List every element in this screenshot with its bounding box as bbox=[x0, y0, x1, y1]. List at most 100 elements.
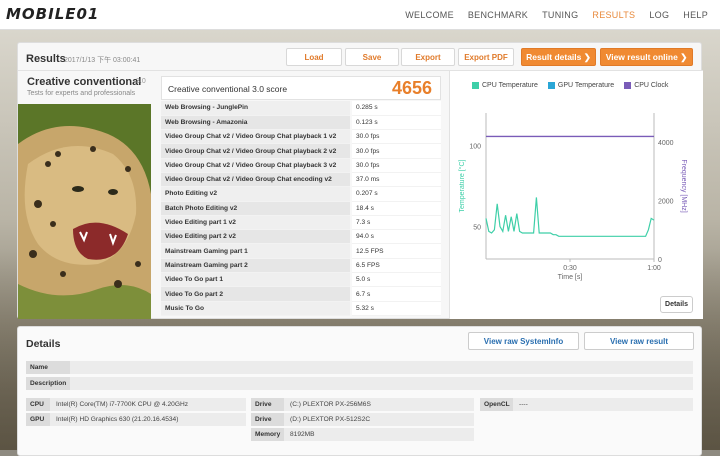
subtest-name: Photo Editing v2 bbox=[161, 186, 351, 202]
nav-welcome[interactable]: WELCOME bbox=[405, 10, 454, 20]
subtest-row: Video To Go part 2 6.7 s bbox=[161, 286, 441, 302]
nav-results[interactable]: RESULTS bbox=[592, 10, 635, 20]
subtest-name: Mainstream Gaming part 2 bbox=[161, 258, 351, 274]
nav-help[interactable]: HELP bbox=[683, 10, 708, 20]
cpu-label: CPU bbox=[26, 398, 50, 411]
cpu-value: Intel(R) Core(TM) i7-7700K CPU @ 4.20GHz bbox=[50, 398, 246, 411]
subtest-value: 6.5 FPS bbox=[350, 258, 441, 274]
subtest-row: Music To Go 5.32 s bbox=[161, 301, 441, 316]
subtest-row: Video Editing part 1 v2 7.3 s bbox=[161, 215, 441, 231]
cpu-row: CPU Intel(R) Core(TM) i7-7700K CPU @ 4.2… bbox=[26, 398, 246, 411]
gpu-value: Intel(R) HD Graphics 630 (21.20.16.4534) bbox=[50, 413, 246, 426]
view-raw-result-button[interactable]: View raw result bbox=[584, 332, 694, 350]
result-details-button[interactable]: Result details ❯ bbox=[521, 48, 596, 66]
leopard-image bbox=[18, 104, 151, 319]
load-button[interactable]: Load bbox=[286, 48, 342, 66]
save-button[interactable]: Save bbox=[345, 48, 399, 66]
chart-plot: 50 100 0 2000 4000 0:30 1:00 Time [s] Temperatur… bbox=[458, 113, 687, 281]
chevron-right-icon: ❯ bbox=[583, 51, 591, 62]
legend-cpu-clock[interactable]: CPU Clock bbox=[624, 82, 668, 89]
leopard-illustration bbox=[18, 104, 151, 319]
details-panel: Details View raw SystemInfo View raw res… bbox=[17, 326, 702, 456]
subtest-value: 94.0 s bbox=[350, 229, 441, 245]
legend-label: GPU Temperature bbox=[557, 82, 615, 89]
score-value: 4656 bbox=[391, 78, 432, 98]
subtest-value: 18.4 s bbox=[350, 201, 441, 216]
y-tick-label-left: 100 bbox=[469, 143, 481, 150]
nav-benchmark[interactable]: BENCHMARK bbox=[468, 10, 528, 20]
export-pdf-button[interactable]: Export PDF bbox=[458, 48, 514, 66]
subtest-value: 0.123 s bbox=[350, 115, 441, 131]
subtest-name: Video Editing part 2 v2 bbox=[161, 229, 351, 245]
subtest-row: Video Group Chat v2 / Video Group Chat e… bbox=[161, 172, 441, 188]
x-tick-label: 1:00 bbox=[647, 265, 661, 272]
subtest-name: Mainstream Gaming part 1 bbox=[161, 243, 351, 259]
subtest-value: 30.0 fps bbox=[350, 129, 441, 145]
subtest-value: 6.7 s bbox=[350, 286, 441, 302]
benchmark-card: Creative conventional 3.0 Tests for expe… bbox=[18, 71, 158, 319]
subtest-name: Video To Go part 2 bbox=[161, 286, 351, 302]
subtest-row: Video Group Chat v2 / Video Group Chat p… bbox=[161, 129, 441, 145]
subtest-value: 5.0 s bbox=[350, 272, 441, 288]
nav-tuning[interactable]: TUNING bbox=[542, 10, 578, 20]
chart-details-label: Details bbox=[665, 301, 688, 308]
x-axis-label: Time [s] bbox=[558, 274, 583, 281]
y-tick-label-right: 0 bbox=[658, 257, 662, 264]
results-title: Results bbox=[26, 53, 66, 65]
name-value bbox=[70, 361, 693, 374]
opencl-label: OpenCL bbox=[480, 398, 513, 411]
subtest-value: 7.3 s bbox=[350, 215, 441, 231]
name-label: Name bbox=[26, 361, 70, 374]
subtest-name: Video Group Chat v2 / Video Group Chat p… bbox=[161, 158, 351, 173]
monitoring-chart: CPU Temperature GPU Temperature CPU Cloc… bbox=[449, 71, 703, 319]
subtest-row: Web Browsing - JunglePin 0.285 s bbox=[161, 101, 441, 116]
subtest-row: Photo Editing v2 0.207 s bbox=[161, 186, 441, 202]
subtest-name: Video To Go part 1 bbox=[161, 272, 351, 288]
subtest-value: 30.0 fps bbox=[350, 143, 441, 159]
gpu-label: GPU bbox=[26, 413, 50, 426]
subtest-name: Music To Go bbox=[161, 301, 351, 316]
drive2-value: (D:) PLEXTOR PX-512S2C bbox=[284, 413, 474, 426]
nav-log[interactable]: LOG bbox=[649, 10, 669, 20]
memory-value: 8192MB bbox=[284, 428, 474, 441]
subtest-value: 5.32 s bbox=[350, 301, 441, 316]
chevron-right-icon: ❯ bbox=[680, 51, 688, 62]
description-value bbox=[70, 377, 693, 390]
drive1-value: (C:) PLEXTOR PX-256M6S bbox=[284, 398, 474, 411]
subtest-row: Batch Photo Editing v2 18.4 s bbox=[161, 201, 441, 216]
details-description-row: Description bbox=[26, 377, 693, 390]
gpu-row: GPU Intel(R) HD Graphics 630 (21.20.16.4… bbox=[26, 413, 246, 426]
subtest-name: Web Browsing - JunglePin bbox=[161, 101, 351, 116]
drive-label: Drive bbox=[251, 398, 284, 411]
results-panel: Results 2017/1/13 下午 03:00:41 Load Save … bbox=[17, 42, 703, 319]
subtest-value: 30.0 fps bbox=[350, 158, 441, 173]
drive1-row: Drive (C:) PLEXTOR PX-256M6S bbox=[251, 398, 474, 411]
opencl-value: ---- bbox=[513, 398, 693, 411]
results-date: 2017/1/13 下午 03:00:41 bbox=[64, 57, 141, 64]
subtest-row: Mainstream Gaming part 2 6.5 FPS bbox=[161, 258, 441, 274]
view-online-button[interactable]: View result online ❯ bbox=[600, 48, 693, 66]
view-raw-sysinfo-button[interactable]: View raw SystemInfo bbox=[468, 332, 579, 350]
top-bar: MOBILE01 WELCOME BENCHMARK TUNING RESULT… bbox=[0, 0, 720, 30]
legend-swatch bbox=[624, 82, 632, 89]
details-name-row: Name bbox=[26, 361, 693, 374]
memory-label: Memory bbox=[251, 428, 284, 441]
view-online-label: View result online bbox=[605, 52, 678, 62]
legend-cpu-temp[interactable]: CPU Temperature bbox=[472, 82, 538, 89]
details-title: Details bbox=[26, 338, 61, 350]
chart-legend: CPU Temperature GPU Temperature CPU Cloc… bbox=[472, 82, 668, 89]
x-tick-label: 0:30 bbox=[563, 265, 577, 272]
export-button[interactable]: Export bbox=[401, 48, 455, 66]
subtest-value: 12.5 FPS bbox=[350, 243, 441, 259]
subtest-name: Video Group Chat v2 / Video Group Chat e… bbox=[161, 172, 351, 188]
drive-label: Drive bbox=[251, 413, 284, 426]
y-tick-label-right: 2000 bbox=[658, 199, 674, 206]
legend-gpu-temp[interactable]: GPU Temperature bbox=[547, 82, 615, 89]
y-tick-label-left: 50 bbox=[473, 225, 481, 232]
cpu-temperature-line bbox=[485, 197, 655, 237]
subtest-row: Video Editing part 2 v2 94.0 s bbox=[161, 229, 441, 245]
main-nav: WELCOME BENCHMARK TUNING RESULTS LOG HEL… bbox=[405, 0, 708, 30]
subtest-row: Web Browsing - Amazonia 0.123 s bbox=[161, 115, 441, 131]
description-label: Description bbox=[26, 377, 70, 390]
chart-details-button[interactable]: Details bbox=[660, 296, 693, 313]
